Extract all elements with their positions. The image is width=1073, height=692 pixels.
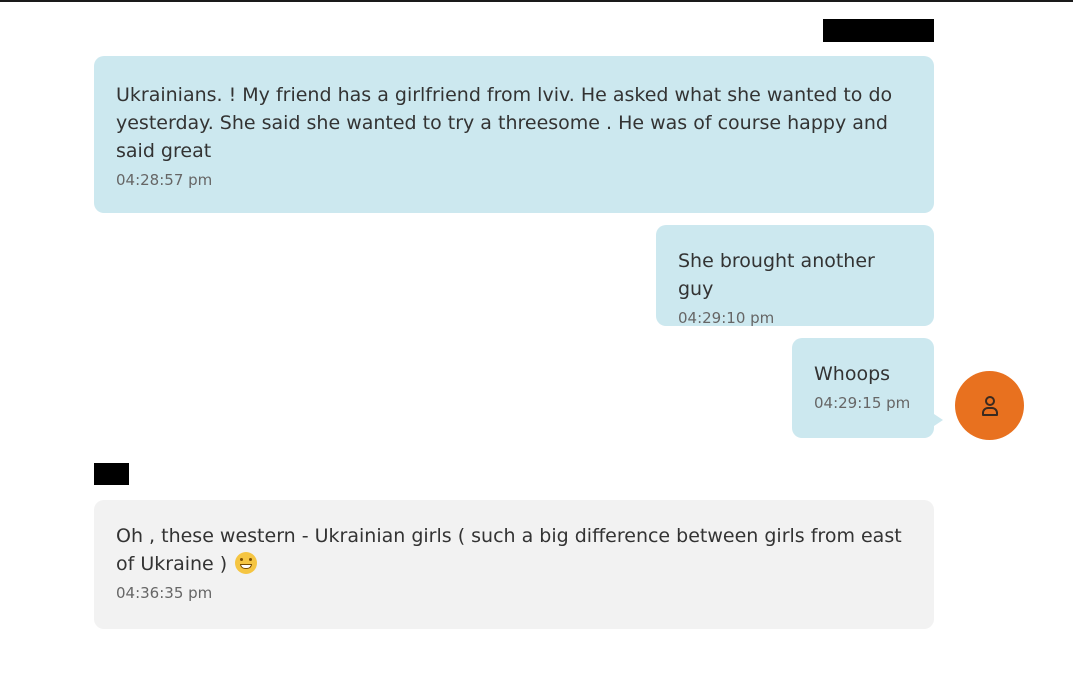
user-avatar[interactable] bbox=[955, 371, 1024, 440]
redacted-sender-name bbox=[94, 463, 129, 485]
message-timestamp: 04:36:35 pm bbox=[116, 584, 213, 602]
message-bubble-sent: Ukrainians. ! My friend has a girlfriend… bbox=[94, 56, 934, 213]
top-divider bbox=[0, 0, 1073, 2]
message-bubble-received: Oh , these western - Ukrainian girls ( s… bbox=[94, 500, 934, 629]
message-text: She brought another guy bbox=[678, 250, 875, 300]
message-text: Whoops bbox=[814, 363, 891, 385]
grinning-face-emoji-icon bbox=[235, 552, 258, 574]
redacted-sender-name bbox=[823, 19, 934, 42]
message-timestamp: 04:28:57 pm bbox=[116, 171, 213, 189]
message-timestamp: 04:29:15 pm bbox=[814, 394, 911, 412]
message-text: Oh , these western - Ukrainian girls ( s… bbox=[116, 522, 912, 578]
message-timestamp: 04:29:10 pm bbox=[678, 309, 775, 327]
message-text: Ukrainians. ! My friend has a girlfriend… bbox=[116, 84, 893, 162]
message-bubble-sent: Whoops 04:29:15 pm bbox=[792, 338, 934, 438]
bubble-tail bbox=[931, 412, 943, 428]
message-text-content: Oh , these western - Ukrainian girls ( s… bbox=[116, 525, 902, 575]
person-icon bbox=[981, 395, 998, 416]
message-bubble-sent: She brought another guy 04:29:10 pm bbox=[656, 225, 934, 327]
